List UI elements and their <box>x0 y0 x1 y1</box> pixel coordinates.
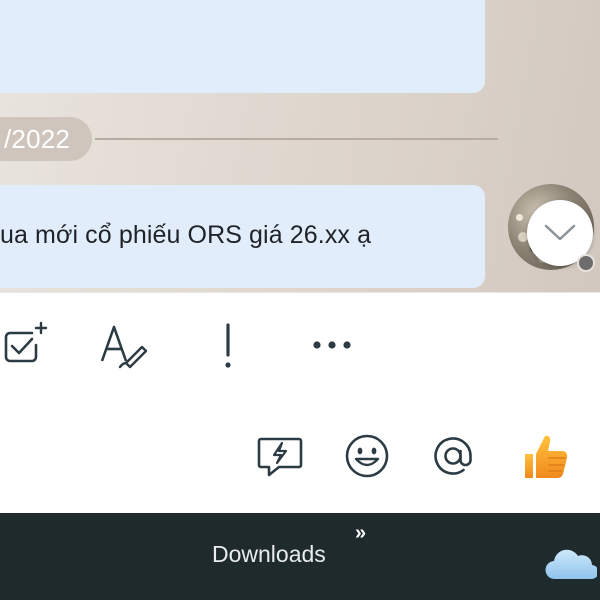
message-bubble-previous[interactable] <box>0 0 485 93</box>
taskbar-overflow-chevron[interactable]: » <box>355 523 366 543</box>
status-indicator <box>577 254 595 272</box>
mention-icon <box>434 437 472 475</box>
message-text: ua mới cổ phiếu ORS giá 26.xx ạ <box>0 221 372 249</box>
message-bubble[interactable]: ua mới cổ phiếu ORS giá 26.xx ạ <box>0 185 485 288</box>
thumbs-up-icon <box>525 435 568 478</box>
composer-toolbar <box>0 292 600 394</box>
important-icon <box>225 323 231 368</box>
onedrive-cloud-icon[interactable] <box>543 543 597 583</box>
emoji-icon <box>345 434 389 478</box>
mention-button[interactable] <box>426 429 480 483</box>
task-checkbox-icon <box>4 321 48 363</box>
taskbar: » Downloads <box>0 513 600 600</box>
downloads-toolbar-label[interactable]: Downloads <box>212 541 326 568</box>
chevron-down-icon <box>544 224 576 241</box>
date-separator-line <box>95 138 498 140</box>
date-separator: /2022 <box>0 117 500 161</box>
quick-message-button[interactable] <box>253 429 307 483</box>
chat-message-area[interactable]: /2022 ua mới cổ phiếu ORS giá 26.xx ạ <box>0 0 600 292</box>
message-input-bar[interactable] <box>0 393 600 513</box>
date-separator-label: /2022 <box>0 117 93 161</box>
emoji-button[interactable] <box>340 429 394 483</box>
mark-important-button[interactable] <box>200 317 256 373</box>
send-like-button[interactable] <box>518 429 572 483</box>
app-window: /2022 ua mới cổ phiếu ORS giá 26.xx ạ » … <box>0 0 600 600</box>
more-options-button[interactable] <box>304 317 360 373</box>
more-options-icon <box>313 341 351 349</box>
text-format-button[interactable] <box>96 317 152 373</box>
create-task-button[interactable] <box>0 317 52 373</box>
quick-message-icon <box>257 437 303 477</box>
text-format-icon <box>100 325 148 369</box>
